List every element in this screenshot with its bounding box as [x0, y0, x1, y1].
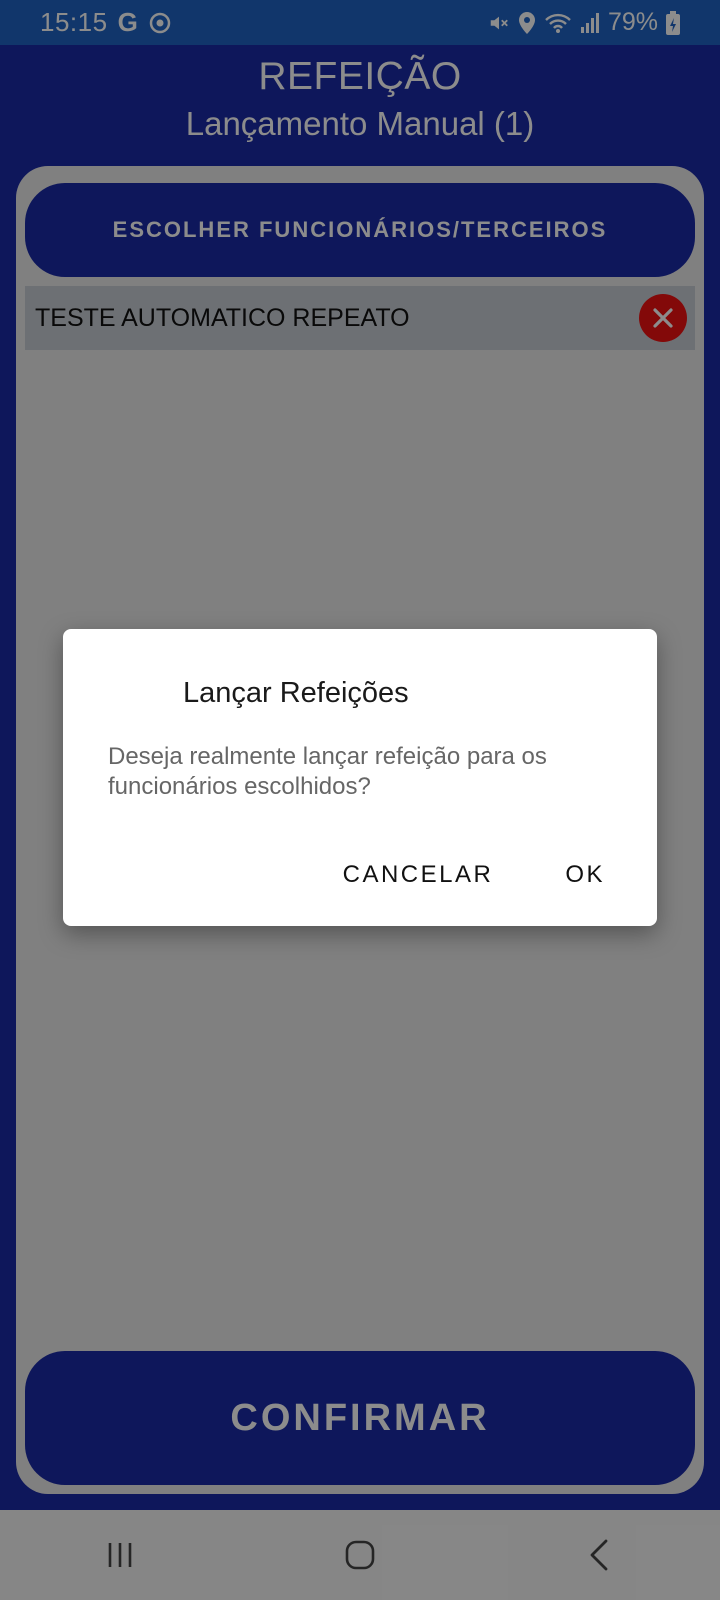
ok-button[interactable]: OK [565, 861, 605, 889]
confirm-dialog: Lançar Refeições Deseja realmente lançar… [63, 629, 657, 926]
dialog-title: Lançar Refeições [183, 677, 409, 709]
dialog-message: Deseja realmente lançar refeição para os… [108, 743, 547, 800]
dialog-actions: CANCELAR OK [343, 861, 605, 889]
cancel-button[interactable]: CANCELAR [343, 861, 494, 889]
